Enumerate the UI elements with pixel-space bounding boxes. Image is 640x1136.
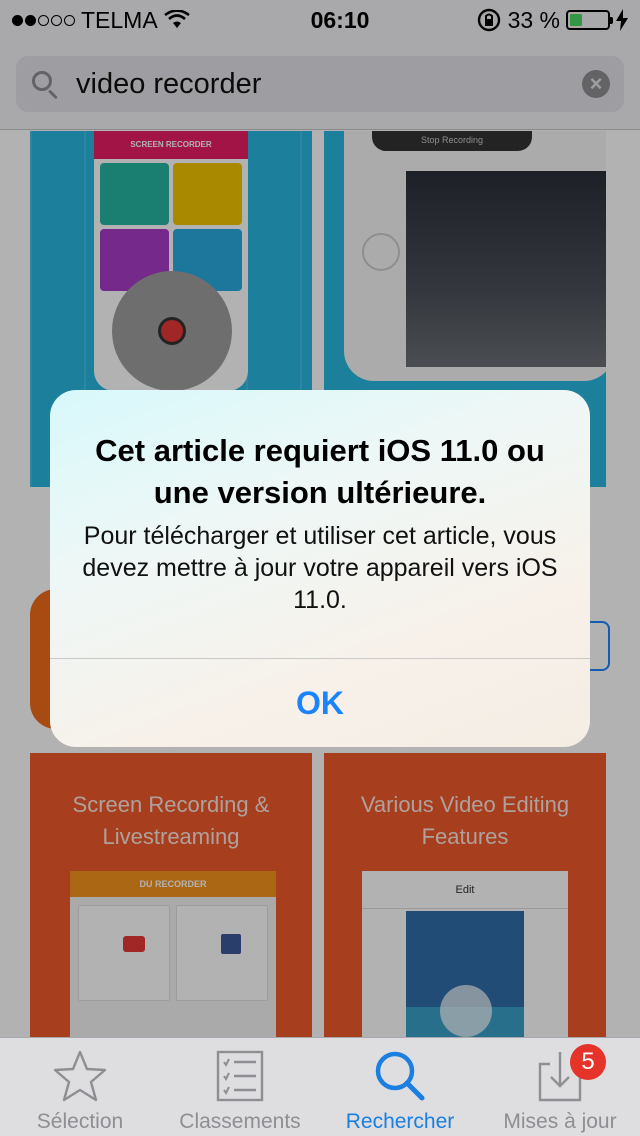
alert-title: Cet article requiert iOS 11.0 ou une ver… — [95, 433, 545, 510]
tab-label: Mises à jour — [503, 1110, 617, 1133]
alert-dialog: Cet article requiert iOS 11.0 ou une ver… — [50, 390, 590, 747]
tab-mises-a-jour[interactable]: Mises à jour — [480, 1038, 640, 1136]
tab-rechercher[interactable]: Rechercher — [320, 1038, 480, 1136]
search-icon — [375, 1051, 425, 1101]
tab-bar: Sélection Classements Rechercher Mises à… — [0, 1037, 640, 1136]
tab-classements[interactable]: Classements — [160, 1038, 320, 1136]
tab-label: Classements — [179, 1110, 301, 1133]
tab-label: Sélection — [36, 1110, 124, 1133]
ok-button[interactable]: OK — [50, 659, 590, 747]
alert-message: Pour télécharger et utiliser cet article… — [82, 522, 558, 614]
tab-label: Rechercher — [345, 1110, 455, 1133]
star-icon — [53, 1050, 107, 1102]
updates-badge: 5 — [570, 1044, 606, 1080]
tab-selection[interactable]: Sélection — [0, 1038, 160, 1136]
list-icon — [216, 1050, 264, 1102]
